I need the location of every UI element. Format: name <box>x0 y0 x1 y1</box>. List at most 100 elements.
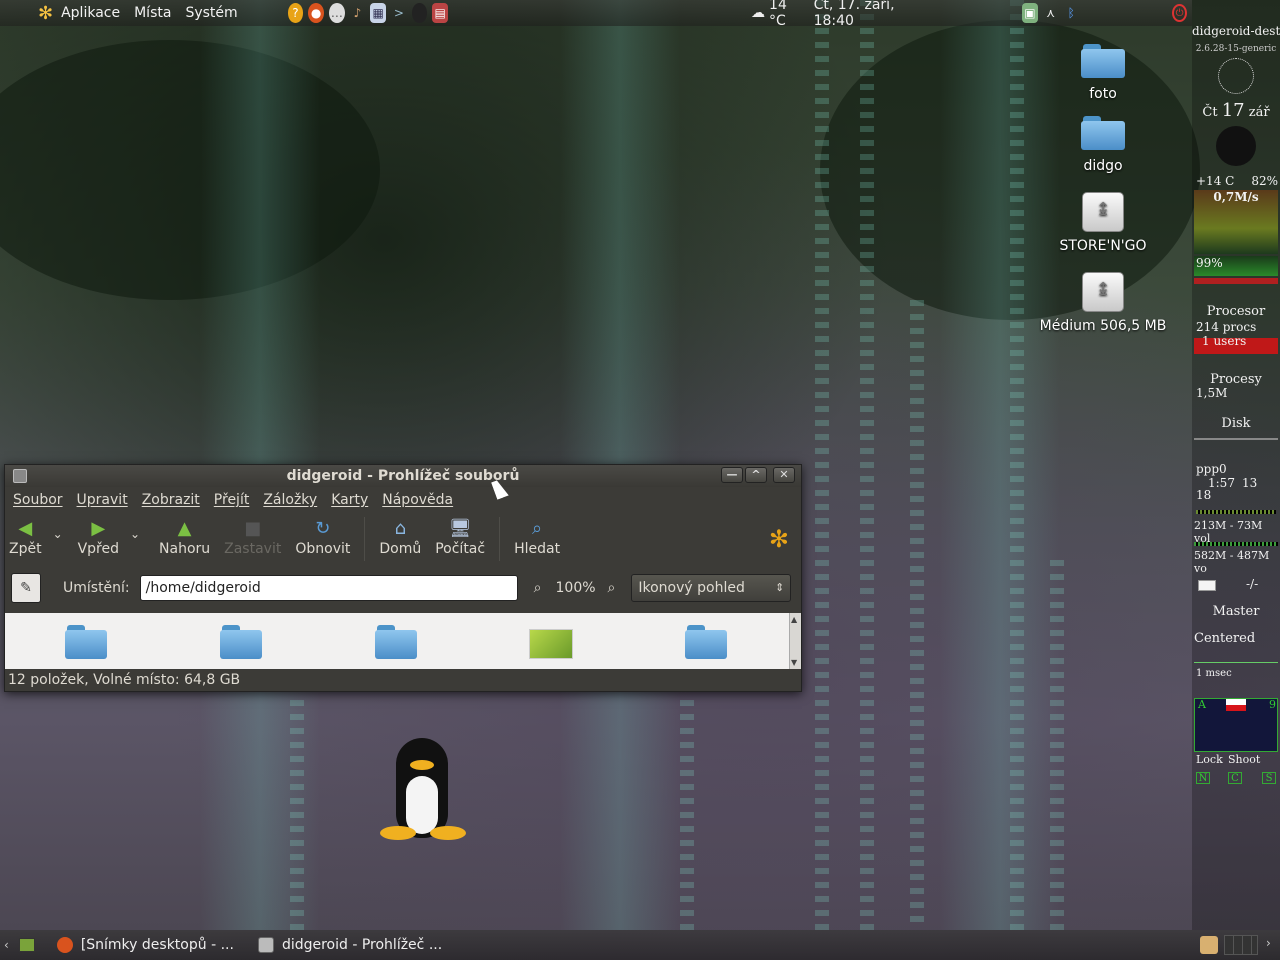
minimize-button[interactable]: — <box>721 467 743 483</box>
computer-button[interactable]: 🖥 Počítač <box>435 517 486 558</box>
weather-icon[interactable]: ☁ <box>751 5 765 21</box>
taskbar-item-file-manager[interactable]: didgeroid - Prohlížeč ... <box>257 937 443 953</box>
trash-icon[interactable] <box>1200 936 1218 954</box>
stop-button[interactable]: ■ Zastavit <box>224 517 282 558</box>
firefox-icon <box>56 937 73 953</box>
back-button[interactable]: ◀ Zpět <box>9 517 42 558</box>
tux-penguin-icon <box>378 738 468 848</box>
desktop-icon-storengo[interactable]: STORE'N'GO <box>1038 192 1168 254</box>
firefox-icon[interactable]: ● <box>308 3 324 23</box>
reload-button[interactable]: ↻ Obnovit <box>295 517 351 558</box>
conky-hostname: didgeroid-destr <box>1192 24 1280 38</box>
folder-icon <box>1081 116 1125 150</box>
menubar: Soubor Upravit Zobrazit Přejít Záložky K… <box>5 487 801 513</box>
desktop-icon-didgo[interactable]: didgo <box>1038 116 1168 174</box>
shutdown-icon[interactable]: ⏻ <box>1172 4 1188 22</box>
conky-ppp-val1: 13 <box>1242 476 1258 490</box>
clock[interactable]: Čt, 17. září, 18:40 <box>814 0 912 29</box>
taskbar-item-screenshots[interactable]: [Snímky desktopů - ... <box>56 937 234 953</box>
chat-icon[interactable]: … <box>329 3 345 23</box>
workspace-switcher[interactable] <box>1224 935 1258 955</box>
vol-bar <box>1194 542 1278 546</box>
menu-zalozky[interactable]: Záložky <box>263 492 317 508</box>
file-item-image[interactable] <box>529 629 573 659</box>
computer-label: Počítač <box>435 541 486 557</box>
location-bar: ✎ Umístění: /home/didgeroid ⌕ 100% ⌕ Iko… <box>5 567 801 609</box>
conky-shoot-label[interactable]: Shoot <box>1228 753 1260 766</box>
clipboard-icon[interactable]: ▤ <box>432 3 449 23</box>
window-titlebar[interactable]: didgeroid - Prohlížeč souborů — ^ ✕ <box>5 465 801 487</box>
show-desktop-icon[interactable] <box>18 938 35 952</box>
forward-history-dropdown[interactable]: ⌄ <box>123 517 147 547</box>
forward-button[interactable]: ▶ Vpřed <box>78 517 119 558</box>
folder-icon <box>1081 44 1125 78</box>
maximize-button[interactable]: ^ <box>745 467 767 483</box>
guitar-icon[interactable]: ♪ <box>350 3 366 23</box>
window-menu-icon[interactable] <box>13 469 27 483</box>
back-history-dropdown[interactable]: ⌄ <box>46 517 70 547</box>
conky-procesy-label: Procesy <box>1210 372 1262 387</box>
timer-line <box>1194 662 1278 663</box>
desktop-icon-label: Médium 506,5 MB <box>1039 318 1167 334</box>
menu-applications[interactable]: Aplikace <box>61 5 120 21</box>
menu-zobrazit[interactable]: Zobrazit <box>142 492 200 508</box>
conky-kernel: 2.6.28-15-generic <box>1195 44 1277 54</box>
gnome-foot-icon[interactable]: ✻ <box>38 3 53 24</box>
conky-date-num: 17 <box>1221 100 1245 121</box>
file-icon-view[interactable] <box>5 613 789 669</box>
scroll-right-icon[interactable]: › <box>1266 936 1271 950</box>
close-button[interactable]: ✕ <box>773 467 795 483</box>
terminal-icon[interactable]: > <box>391 3 407 23</box>
task-label: didgeroid - Prohlížeč ... <box>281 937 443 953</box>
file-item-folder[interactable] <box>375 625 417 667</box>
screenshot-icon[interactable]: ▦ <box>370 3 387 23</box>
scroll-up-icon[interactable]: ▲ <box>791 615 797 624</box>
conky-cpu-pct: 99% <box>1196 256 1223 270</box>
conky-temp: +14 C <box>1196 174 1235 188</box>
scroll-left-icon[interactable]: ‹ <box>4 938 9 952</box>
weather-temp[interactable]: 14 °C <box>769 0 800 29</box>
conky-monitor: didgeroid-destr 2.6.28-15-generic Čt 17 … <box>1192 0 1280 930</box>
desktop-icon-foto[interactable]: foto <box>1038 44 1168 102</box>
conky-lock-label[interactable]: Lock <box>1196 753 1223 766</box>
tree-canopy-left <box>0 40 380 300</box>
desktop-icon-medium[interactable]: Médium 506,5 MB <box>1038 272 1168 334</box>
file-item-folder[interactable] <box>220 625 262 667</box>
conky-net-speed: 0,7M/s <box>1213 190 1259 204</box>
zoom-out-icon[interactable]: ⌕ <box>534 580 542 596</box>
network-icon[interactable]: ▣ <box>1022 3 1038 23</box>
vertical-scrollbar[interactable]: ▲ ▼ <box>789 613 801 669</box>
updown-arrow-icon: ⇕ <box>775 581 785 594</box>
desktop-icon-label: foto <box>1089 86 1117 102</box>
antenna-icon[interactable]: ⋏ <box>1043 3 1059 23</box>
conky-procesor-label: Procesor <box>1206 304 1266 319</box>
view-mode-select[interactable]: Ikonový pohled ⇕ <box>631 574 792 602</box>
menu-karty[interactable]: Karty <box>331 492 368 508</box>
home-button[interactable]: ⌂ Domů <box>379 517 421 558</box>
zoom-in-icon[interactable]: ⌕ <box>608 580 616 596</box>
file-item-folder[interactable] <box>685 625 727 667</box>
reload-label: Obnovit <box>295 541 351 557</box>
menu-soubor[interactable]: Soubor <box>13 492 63 508</box>
media-icon[interactable] <box>411 3 428 23</box>
stop-label: Zastavit <box>224 541 282 557</box>
menu-places[interactable]: Místa <box>134 5 171 21</box>
menu-system[interactable]: Systém <box>185 5 237 21</box>
arrow-left-icon: ◀ <box>18 517 33 539</box>
edit-location-button[interactable]: ✎ <box>11 573 41 603</box>
desktop-icon-label: didgo <box>1083 158 1123 174</box>
scroll-down-icon[interactable]: ▼ <box>791 658 797 667</box>
help-icon[interactable]: ? <box>287 3 304 23</box>
file-item-folder[interactable] <box>65 625 107 667</box>
up-button[interactable]: ▲ Nahoru <box>159 517 210 558</box>
location-input[interactable]: /home/didgeroid <box>139 575 518 601</box>
zoom-level[interactable]: 100% <box>556 580 596 596</box>
search-button[interactable]: ⌕ Hledat <box>514 517 560 558</box>
menu-napoveda[interactable]: Nápověda <box>382 492 453 508</box>
menu-upravit[interactable]: Upravit <box>77 492 128 508</box>
conky-procesy-val: 1,5M <box>1196 386 1228 400</box>
chevron-down-icon: ⌄ <box>52 527 63 541</box>
menu-prejit[interactable]: Přejít <box>214 492 250 508</box>
toolbar: ◀ Zpět ⌄ ▶ Vpřed ⌄ ▲ Nahoru ■ Zastavit ↻… <box>5 513 801 567</box>
bluetooth-icon[interactable]: ᛒ <box>1063 3 1079 23</box>
